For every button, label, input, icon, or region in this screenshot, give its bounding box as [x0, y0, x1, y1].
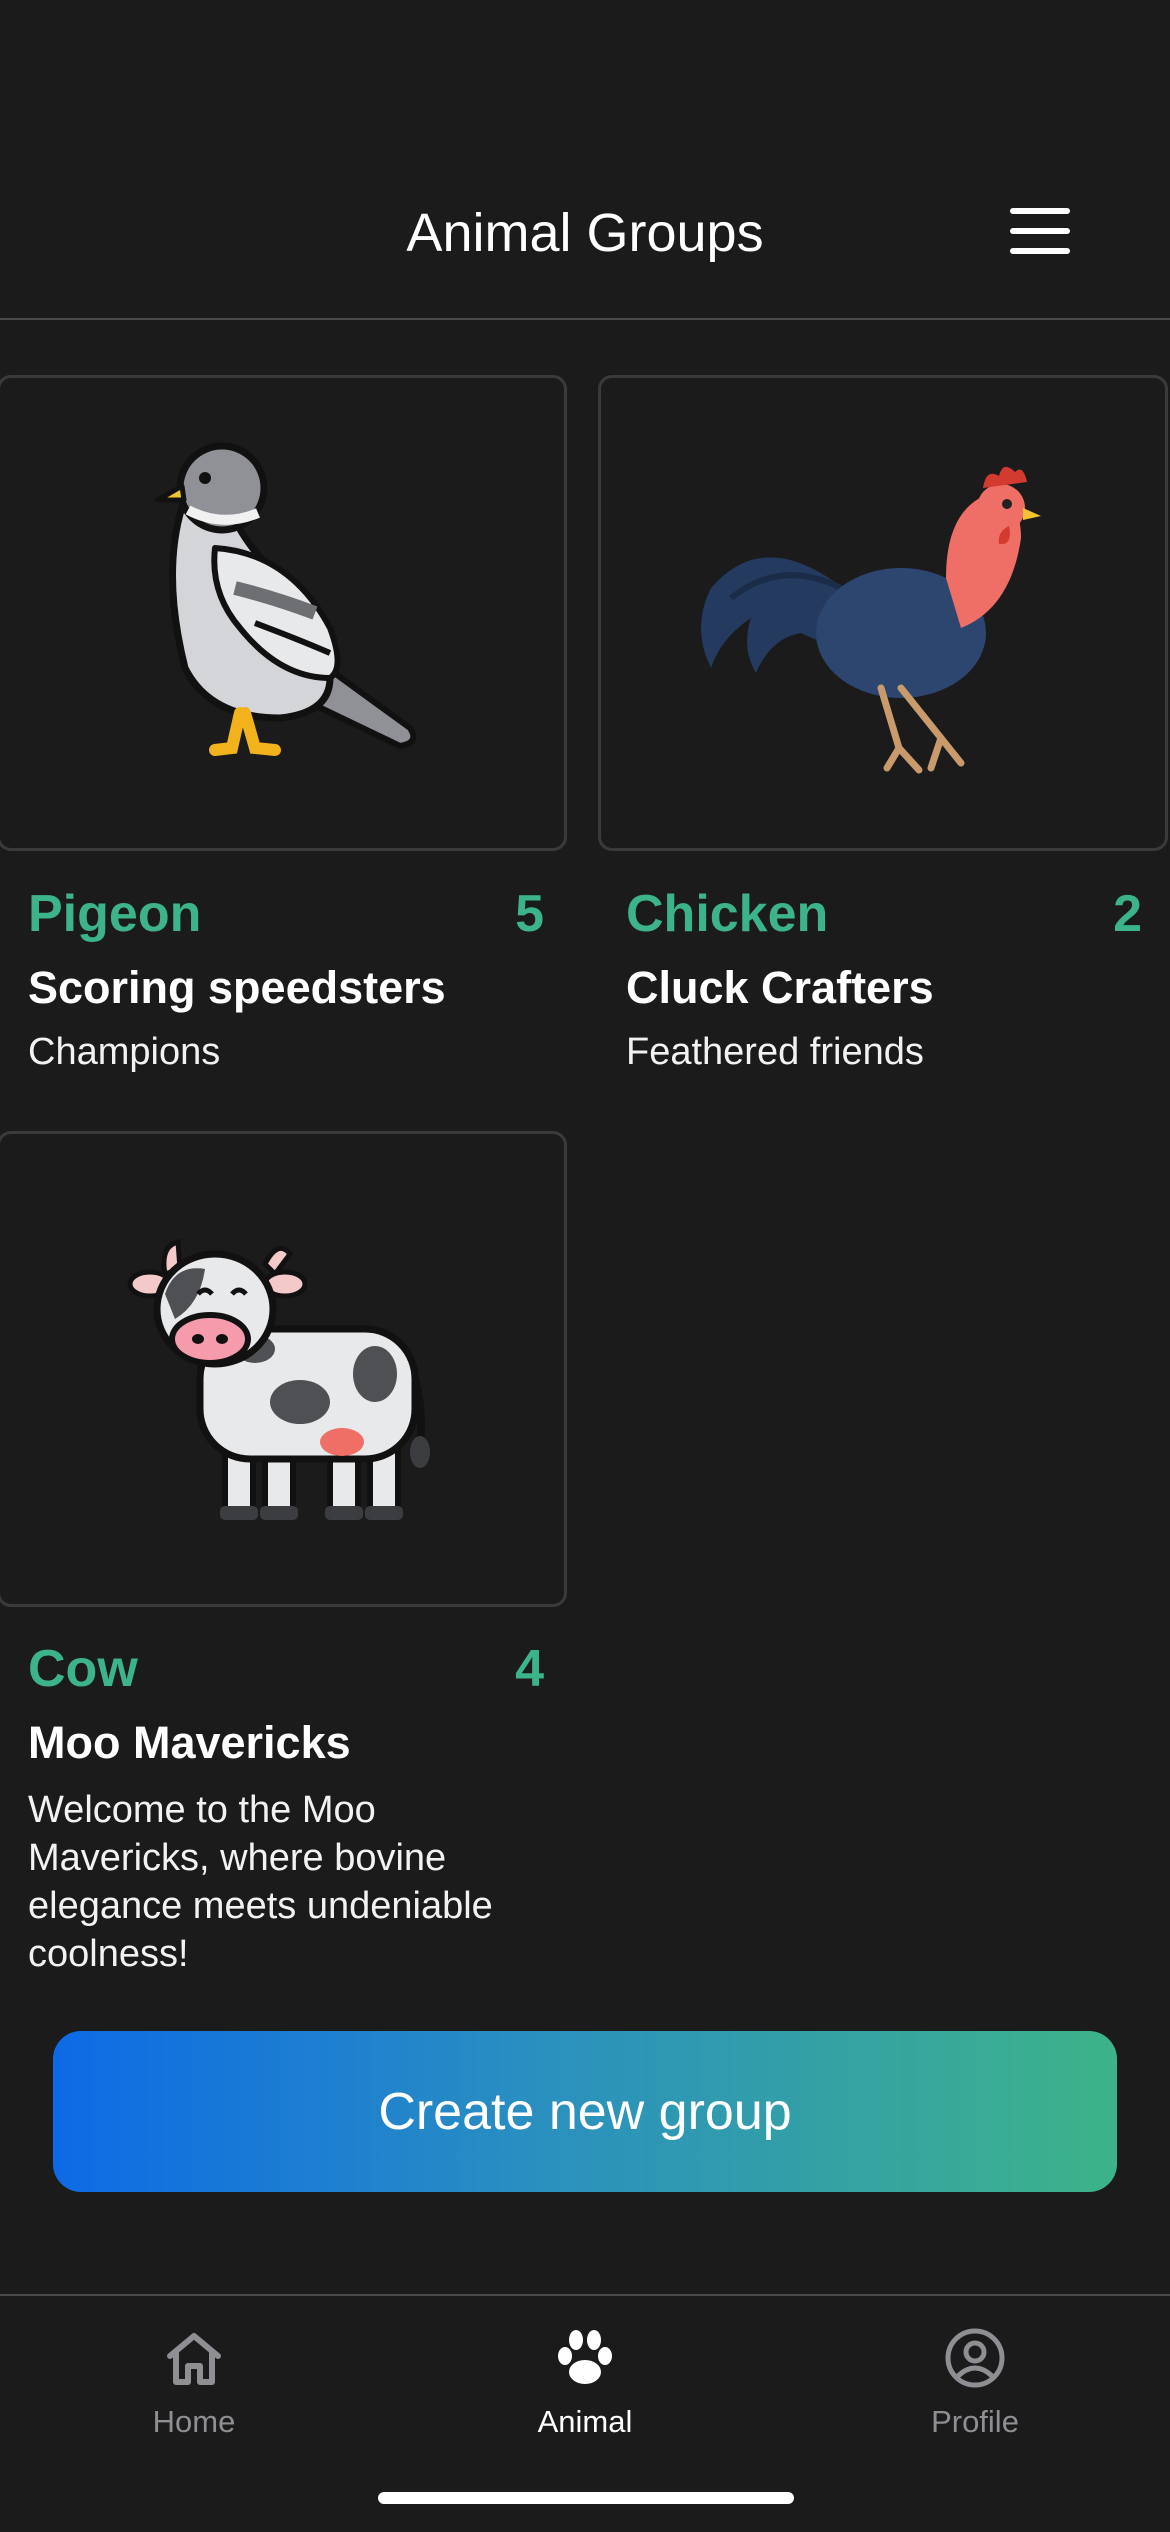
- group-description: Feathered friends: [626, 1031, 924, 1073]
- chicken-group-card[interactable]: [598, 375, 1168, 851]
- tab-label: Profile: [931, 2404, 1019, 2439]
- tab-label: Animal: [537, 2404, 633, 2439]
- hamburger-menu-icon[interactable]: [1004, 206, 1076, 256]
- cow-group-card[interactable]: [0, 1131, 567, 1607]
- app-header: Animal Groups: [0, 0, 1170, 320]
- page-title: Animal Groups: [406, 203, 764, 263]
- group-name: Scoring speedsters: [28, 962, 446, 1013]
- paw-icon: [558, 2330, 612, 2384]
- group-member-count: 4: [515, 1640, 544, 1698]
- rooster-illustration: [701, 466, 1041, 774]
- group-member-count: 2: [1113, 885, 1142, 943]
- tab-label: Home: [152, 2404, 236, 2439]
- pigeon-group-card[interactable]: [0, 375, 567, 851]
- cow-illustration: [127, 1238, 430, 1520]
- group-animal-name: Chicken: [626, 885, 829, 943]
- group-member-count: 5: [515, 885, 544, 943]
- home-indicator: [378, 2492, 794, 2504]
- tab-home[interactable]: Home: [74, 2326, 314, 2456]
- group-animal-name: Pigeon: [28, 885, 202, 943]
- home-icon: [167, 2333, 221, 2385]
- profile-icon: [945, 2328, 1005, 2388]
- group-name: Moo Mavericks: [28, 1717, 351, 1768]
- group-description: Welcome to the Moo Mavericks, where bovi…: [28, 1789, 493, 1975]
- tab-profile[interactable]: Profile: [855, 2326, 1095, 2456]
- tab-animal[interactable]: Animal: [465, 2326, 705, 2456]
- group-animal-name: Cow: [28, 1640, 138, 1698]
- group-name: Cluck Crafters: [626, 962, 934, 1013]
- create-new-group-button[interactable]: Create new group: [53, 2031, 1117, 2192]
- group-description: Champions: [28, 1031, 221, 1073]
- pigeon-illustration: [155, 442, 417, 756]
